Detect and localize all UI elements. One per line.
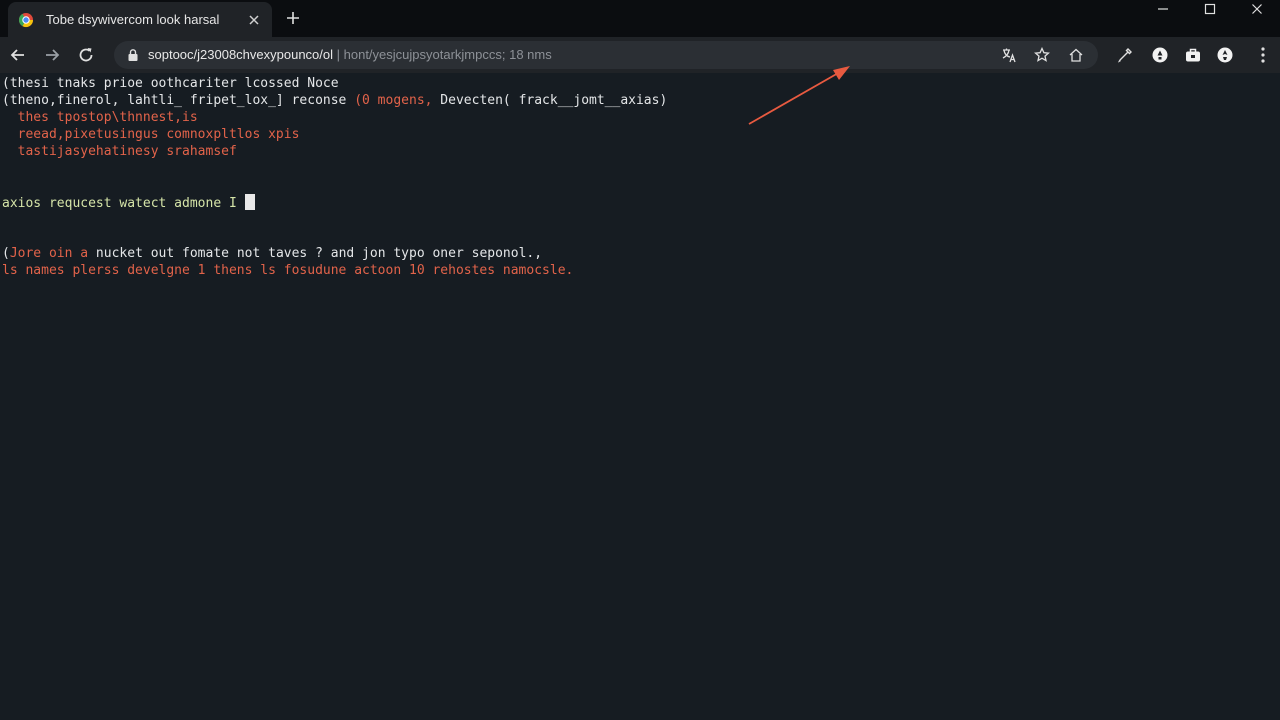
address-bar[interactable]: soptooc/j23008chvexypounco/ol | hont/yes… bbox=[114, 41, 1098, 69]
close-icon[interactable] bbox=[246, 12, 262, 28]
output-line-7: (Jore oin a nucket out fomate not taves … bbox=[2, 245, 542, 262]
output-line-1: (thesi tnaks prioe oothcariter lcossed N… bbox=[2, 76, 339, 91]
text-cursor bbox=[244, 194, 255, 210]
kebab-menu-icon[interactable] bbox=[1251, 43, 1275, 67]
browser-tab[interactable]: Tobe dsywivercom look harsal bbox=[8, 2, 272, 37]
back-icon[interactable] bbox=[6, 43, 30, 67]
url-rest: | hont/yesjcujpsyotarkjmpccs; 18 nms bbox=[333, 47, 552, 62]
browser-toolbar: soptooc/j23008chvexypounco/ol | hont/yes… bbox=[0, 37, 1280, 73]
output-line-7-highlight: Jore oin a bbox=[9, 246, 89, 261]
pen-icon[interactable] bbox=[1113, 43, 1137, 67]
extension-icon[interactable] bbox=[1148, 43, 1172, 67]
output-line-2-highlight: (0 mogens, bbox=[354, 93, 433, 108]
output-line-2-start: (theno,finerol, lahtli_ fripet_lox_] rec… bbox=[2, 93, 355, 108]
home-icon[interactable] bbox=[1067, 46, 1085, 64]
briefcase-icon[interactable] bbox=[1181, 43, 1205, 67]
output-line-2-end: Devecten( frack__jomt__axias) bbox=[432, 93, 668, 108]
maximize-icon[interactable] bbox=[1187, 0, 1233, 18]
output-line-3: thes tpostop\thnnest,is bbox=[2, 110, 198, 125]
url-main: soptooc/j23008chvexypounco/ol bbox=[148, 47, 334, 62]
star-icon[interactable] bbox=[1033, 46, 1051, 64]
minimize-icon[interactable] bbox=[1140, 0, 1186, 18]
command-prompt[interactable]: axios requcest watect admone I bbox=[2, 194, 255, 212]
browser-window: Tobe dsywivercom look harsal soptooc/j23… bbox=[0, 0, 1280, 720]
terminal-output: (thesi tnaks prioe oothcariter lcossed N… bbox=[0, 73, 1280, 720]
output-line-4: reead,pixetusingus comnoxpltlos xpis bbox=[2, 127, 300, 142]
reload-icon[interactable] bbox=[74, 43, 98, 67]
forward-icon[interactable] bbox=[40, 43, 64, 67]
chrome-favicon bbox=[18, 12, 34, 27]
plus-icon[interactable] bbox=[284, 9, 302, 27]
output-line-5: tastijasyehatinesy srahamsef bbox=[2, 144, 237, 159]
window-close-icon[interactable] bbox=[1234, 0, 1280, 18]
translate-icon[interactable] bbox=[1000, 46, 1018, 64]
url-text[interactable]: soptooc/j23008chvexypounco/ol | hont/yes… bbox=[148, 41, 552, 69]
profile-icon[interactable] bbox=[1213, 43, 1237, 67]
prompt-text: axios requcest watect admone I bbox=[2, 196, 245, 211]
output-line-7-rest: nucket out fomate not taves ? and jon ty… bbox=[88, 246, 543, 261]
tab-strip: Tobe dsywivercom look harsal bbox=[0, 0, 1280, 37]
output-line-8: ls names plerss develgne 1 thens ls fosu… bbox=[2, 263, 574, 278]
lock-icon[interactable] bbox=[126, 48, 140, 62]
tab-title: Tobe dsywivercom look harsal bbox=[46, 12, 220, 27]
output-line-2: (theno,finerol, lahtli_ fripet_lox_] rec… bbox=[2, 92, 667, 109]
output-line-7-paren: ( bbox=[2, 246, 10, 261]
